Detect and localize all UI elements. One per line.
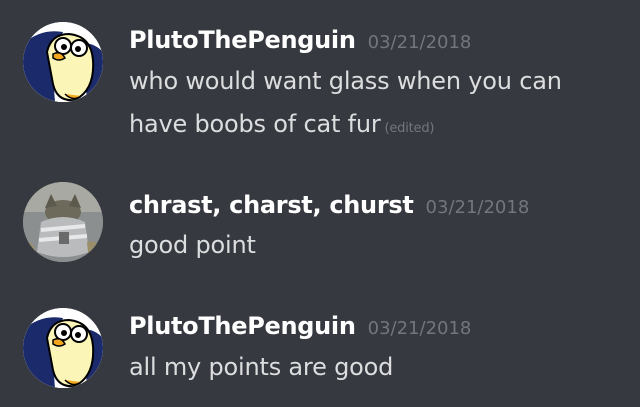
message-1: PlutoThePenguin 03/21/2018 who would want…	[0, 22, 640, 152]
message-header: chrast, charst, churst 03/21/2018	[129, 189, 529, 221]
message-line: have boobs of cat fur	[129, 110, 381, 138]
message-header: PlutoThePenguin 03/21/2018	[129, 24, 471, 56]
message-content: good point	[129, 224, 629, 267]
timestamp: 03/21/2018	[367, 318, 472, 339]
username[interactable]: PlutoThePenguin	[129, 26, 356, 54]
chat-messages: PlutoThePenguin 03/21/2018 who would want…	[0, 0, 640, 407]
message-header: PlutoThePenguin 03/21/2018	[129, 310, 471, 342]
message-content: all my points are good	[129, 346, 629, 389]
message-2: chrast, charst, churst 03/21/2018 good po…	[0, 182, 640, 272]
timestamp: 03/21/2018	[367, 32, 472, 53]
cat-photo-avatar-icon	[23, 182, 103, 262]
timestamp: 03/21/2018	[425, 197, 530, 218]
message-line-wrap: have boobs of cat fur (edited)	[129, 103, 629, 150]
username[interactable]: chrast, charst, churst	[129, 191, 414, 219]
edited-label: (edited)	[384, 121, 435, 136]
message-line: who would want glass when you can	[129, 67, 562, 95]
message-line: all my points are good	[129, 353, 394, 381]
penguin-avatar-icon	[23, 308, 103, 388]
avatar[interactable]	[23, 308, 103, 388]
message-3: PlutoThePenguin 03/21/2018 all my points …	[0, 308, 640, 398]
message-line: good point	[129, 231, 256, 259]
avatar[interactable]	[23, 182, 103, 262]
penguin-avatar-icon	[23, 22, 103, 102]
message-content: who would want glass when you can have b…	[129, 60, 629, 150]
avatar[interactable]	[23, 22, 103, 102]
username[interactable]: PlutoThePenguin	[129, 312, 356, 340]
